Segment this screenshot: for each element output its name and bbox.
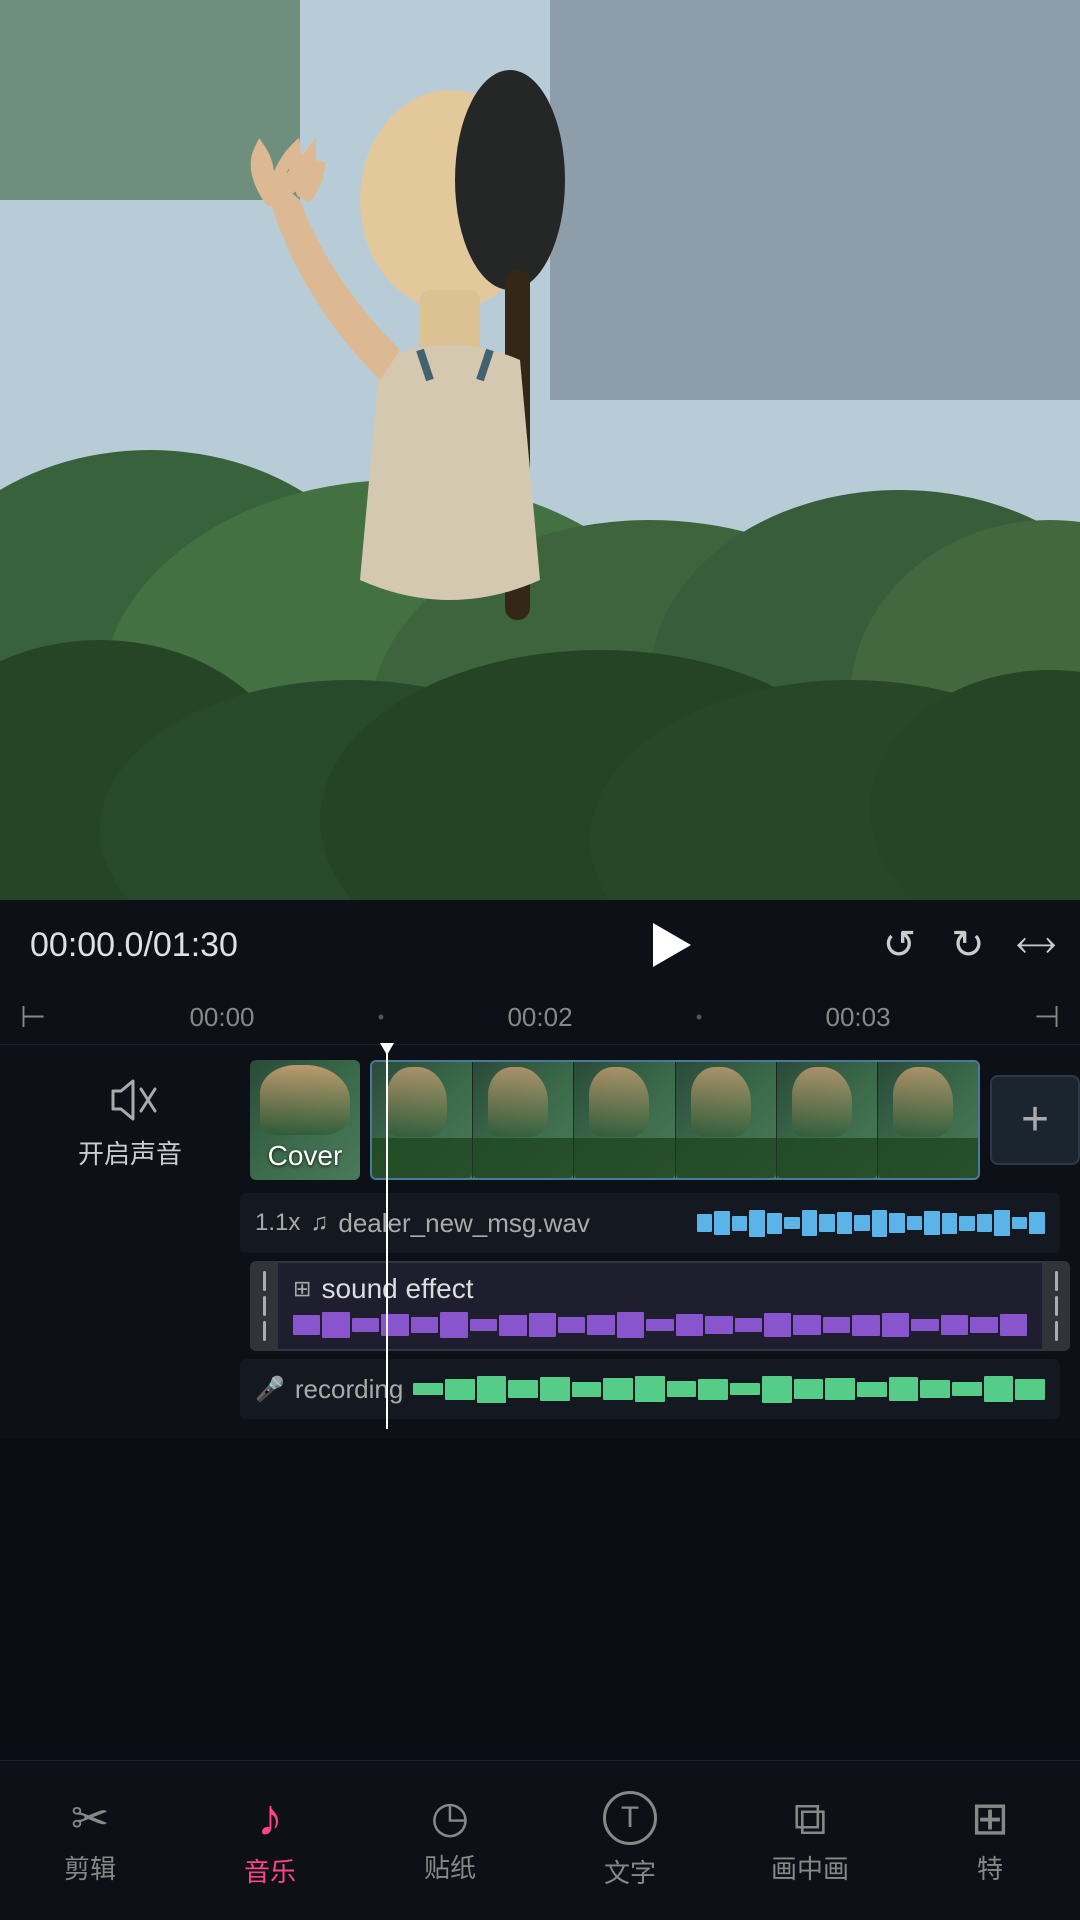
audio-speed: 1.1x — [255, 1209, 300, 1237]
nav-label-text: 文字 — [604, 1853, 656, 1890]
cover-thumbnail[interactable]: Cover — [250, 1060, 360, 1180]
sound-effect-row: ⊞ sound effect — [20, 1261, 1080, 1351]
nav-item-pip[interactable]: ⧉ 画中画 — [750, 1795, 870, 1886]
sound-effect-track[interactable]: ⊞ sound effect — [278, 1261, 1042, 1351]
nav-label-edit: 剪辑 — [64, 1849, 116, 1886]
play-button[interactable] — [456, 910, 882, 980]
audio-filename: dealer_new_msg.wav — [338, 1208, 686, 1239]
audio-waveform — [697, 1208, 1045, 1238]
track-area: 开启声音 Cover — [0, 1045, 1080, 1429]
timeline-nav-right[interactable]: ⊣ — [1034, 1000, 1060, 1035]
nav-item-text[interactable]: T 文字 — [570, 1791, 690, 1890]
add-icon: + — [1021, 1096, 1049, 1144]
time-display: 00:00.0/01:30 — [30, 926, 456, 965]
expand-button[interactable]: ⤢ — [1009, 919, 1061, 971]
se-handle-left[interactable] — [250, 1261, 278, 1351]
mute-label: 开启声音 — [78, 1134, 182, 1171]
timestamp-1: 00:02 — [384, 1002, 696, 1033]
controls-bar: 00:00.0/01:30 ↺ ↻ ⤢ — [0, 900, 1080, 990]
music-icon: ♪ — [257, 1792, 283, 1844]
recording-track[interactable]: 🎤 recording — [240, 1359, 1060, 1419]
audio-track-row: 1.1x ♫ dealer_new_msg.wav — [20, 1193, 1080, 1253]
filmstrip-frame — [372, 1062, 473, 1178]
soundwave-icon: ⊞ — [293, 1276, 311, 1302]
bottom-nav: ✂ 剪辑 ♪ 音乐 ◷ 贴纸 T 文字 ⧉ 画中画 ⊞ 特 — [0, 1760, 1080, 1920]
track-container: 开启声音 Cover — [0, 1045, 1080, 1429]
undo-button[interactable]: ↺ — [883, 922, 917, 968]
mute-button[interactable] — [95, 1070, 165, 1130]
scissors-icon: ✂ — [71, 1795, 110, 1841]
mute-icon — [103, 1075, 158, 1125]
play-icon — [653, 923, 691, 967]
se-handle-right[interactable] — [1042, 1261, 1070, 1351]
redo-button[interactable]: ↻ — [951, 922, 985, 968]
video-background — [0, 0, 1080, 900]
cover-label: Cover — [268, 1140, 343, 1180]
timestamp-0: 00:00 — [66, 1002, 378, 1033]
sound-effect-label: sound effect — [321, 1273, 473, 1305]
timeline-ruler: ⊢ 00:00 • 00:02 • 00:03 ⊣ — [0, 990, 1080, 1045]
nav-item-edit[interactable]: ✂ 剪辑 — [30, 1795, 150, 1886]
filmstrip-frame — [473, 1062, 574, 1178]
nav-label-more: 特 — [977, 1849, 1003, 1886]
video-track-row: 开启声音 Cover — [20, 1055, 1080, 1185]
nav-label-sticker: 贴纸 — [424, 1848, 476, 1885]
timestamp-2: 00:03 — [702, 1002, 1014, 1033]
audio-track[interactable]: 1.1x ♫ dealer_new_msg.wav — [240, 1193, 1060, 1253]
timeline-nav-left[interactable]: ⊢ — [20, 1000, 46, 1035]
filmstrip-frame — [777, 1062, 878, 1178]
music-note-icon: ♫ — [310, 1209, 328, 1237]
recording-label: recording — [295, 1374, 403, 1405]
filmstrip-frame — [878, 1062, 978, 1178]
filmstrip-frame — [574, 1062, 675, 1178]
mic-icon: 🎤 — [255, 1375, 285, 1404]
track-label-area: 开启声音 — [20, 1070, 240, 1171]
nav-item-music[interactable]: ♪ 音乐 — [210, 1792, 330, 1889]
nav-label-music: 音乐 — [244, 1852, 296, 1889]
add-clip-button[interactable]: + — [990, 1075, 1080, 1165]
filmstrip-frame — [676, 1062, 777, 1178]
text-icon: T — [603, 1791, 657, 1845]
pip-icon: ⧉ — [794, 1795, 827, 1841]
timeline-area: ⊢ 00:00 • 00:02 • 00:03 ⊣ — [0, 990, 1080, 1439]
more-icon: ⊞ — [971, 1795, 1010, 1841]
sticker-icon: ◷ — [431, 1796, 469, 1840]
nav-item-more[interactable]: ⊞ 特 — [930, 1795, 1050, 1886]
nav-item-sticker[interactable]: ◷ 贴纸 — [390, 1796, 510, 1885]
recording-waveform — [413, 1374, 1045, 1404]
nav-label-pip: 画中画 — [771, 1849, 849, 1886]
video-preview — [0, 0, 1080, 900]
video-filmstrip[interactable] — [370, 1060, 980, 1180]
sound-effect-waveform — [293, 1311, 1027, 1339]
recording-track-row: 🎤 recording — [20, 1359, 1080, 1419]
